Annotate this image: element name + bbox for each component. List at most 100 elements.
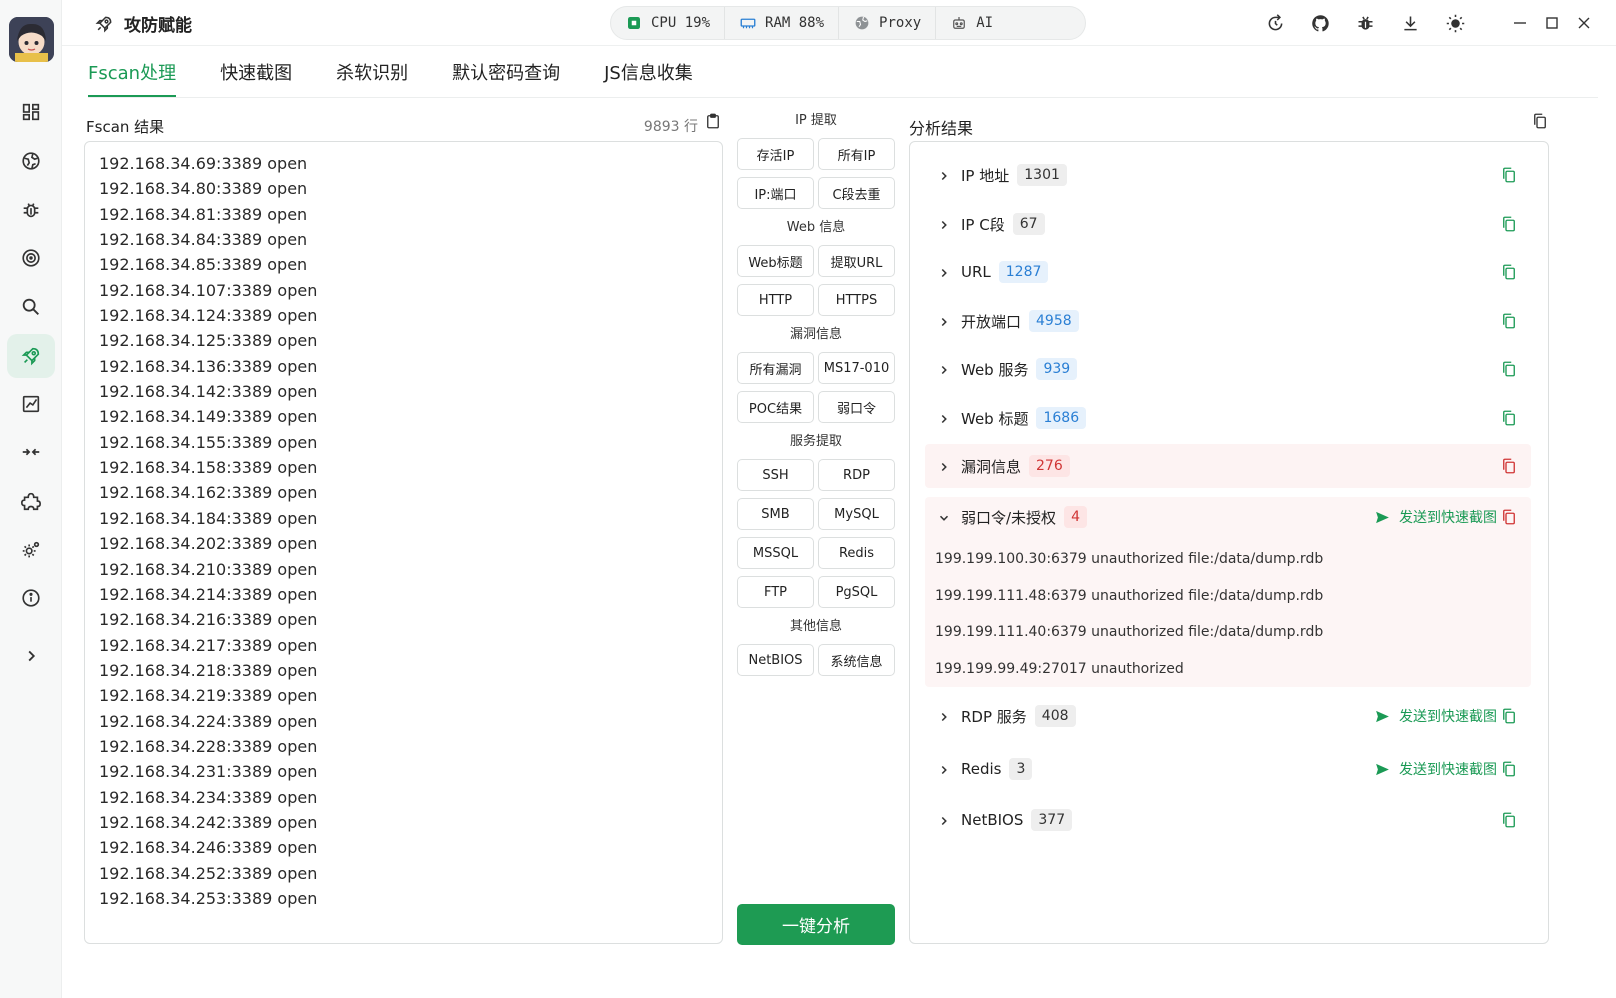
refresh-icon[interactable] — [1262, 10, 1288, 36]
chevron-right-icon[interactable] — [937, 265, 951, 279]
extract-button[interactable]: HTTPS — [818, 284, 895, 316]
copy-icon[interactable] — [1500, 760, 1518, 778]
button-group-vuln-info: 所有漏洞 MS17-010 POC结果 弱口令 — [737, 352, 895, 423]
extract-button[interactable]: MS17-010 — [818, 352, 895, 384]
maximize-icon[interactable] — [1542, 10, 1562, 36]
clipboard-icon[interactable] — [704, 112, 722, 130]
minimize-icon[interactable] — [1510, 10, 1530, 36]
sidebar-expand-chevron-icon[interactable] — [7, 634, 55, 678]
tab-default-password[interactable]: 默认密码查询 — [452, 50, 560, 97]
chevron-right-icon[interactable] — [937, 709, 951, 723]
chevron-down-icon[interactable] — [937, 510, 951, 524]
analysis-row-redis[interactable]: Redis 3 发送到快速截图 — [925, 747, 1531, 791]
nav-chart-icon[interactable] — [7, 382, 55, 426]
copy-icon[interactable] — [1500, 312, 1518, 330]
extract-button[interactable]: 提取URL — [818, 245, 895, 277]
copy-icon[interactable] — [1500, 360, 1518, 378]
analysis-row-netbios[interactable]: NetBIOS 377 — [925, 798, 1531, 842]
one-click-analyze-button[interactable]: 一键分析 — [737, 904, 895, 945]
extract-button[interactable]: HTTP — [737, 284, 814, 316]
send-to-screenshot-label: 发送到快速截图 — [1399, 762, 1497, 778]
extract-button[interactable]: Redis — [818, 537, 895, 569]
send-to-screenshot-button[interactable]: 发送到快速截图 — [1374, 706, 1497, 726]
send-to-screenshot-button[interactable]: 发送到快速截图 — [1374, 507, 1497, 527]
chevron-right-icon[interactable] — [937, 411, 951, 425]
analysis-row-open-ports[interactable]: 开放端口 4958 — [925, 299, 1531, 343]
tab-js-info[interactable]: JS信息收集 — [604, 50, 693, 97]
copy-icon[interactable] — [1500, 707, 1518, 725]
nav-compare-icon[interactable] — [7, 430, 55, 474]
nav-info-icon[interactable] — [7, 576, 55, 620]
analysis-row-weak-password[interactable]: 弱口令/未授权 4 发送到快速截图 — [925, 495, 1531, 539]
extract-button[interactable]: IP:端口 — [737, 177, 814, 209]
chevron-right-icon[interactable] — [937, 813, 951, 827]
weak-password-entry[interactable]: 199.199.111.40:6379 unauthorized file:/d… — [935, 624, 1323, 640]
extract-button[interactable]: FTP — [737, 576, 814, 608]
copy-icon[interactable] — [1500, 215, 1518, 233]
fscan-line: 192.168.34.149:3389 open — [99, 407, 318, 427]
extract-button[interactable]: 弱口令 — [818, 391, 895, 423]
extract-button[interactable]: Web标题 — [737, 245, 814, 277]
copy-all-icon[interactable] — [1531, 112, 1549, 130]
nav-dashboard-icon[interactable] — [7, 90, 55, 134]
tab-fscan[interactable]: Fscan处理 — [88, 50, 177, 97]
github-icon[interactable] — [1307, 10, 1333, 36]
weak-password-entry[interactable]: 199.199.100.30:6379 unauthorized file:/d… — [935, 551, 1323, 567]
analysis-row-rdp-service[interactable]: RDP 服务 408 发送到快速截图 — [925, 694, 1531, 738]
extract-button[interactable]: C段去重 — [818, 177, 895, 209]
extract-button[interactable]: NetBIOS — [737, 644, 814, 676]
copy-icon[interactable] — [1500, 811, 1518, 829]
nav-target-icon[interactable] — [7, 236, 55, 280]
copy-icon[interactable] — [1500, 263, 1518, 281]
proxy-status[interactable]: Proxy — [839, 7, 937, 39]
extract-button[interactable]: RDP — [818, 459, 895, 491]
extract-button[interactable]: SSH — [737, 459, 814, 491]
nav-settings-icon[interactable] — [7, 528, 55, 572]
copy-icon[interactable] — [1500, 508, 1518, 526]
copy-icon[interactable] — [1500, 166, 1518, 184]
analysis-row-vuln-info[interactable]: 漏洞信息 276 — [925, 444, 1531, 488]
chevron-right-icon[interactable] — [937, 459, 951, 473]
tab-av-detection[interactable]: 杀软识别 — [336, 50, 408, 97]
chevron-right-icon[interactable] — [937, 314, 951, 328]
nav-globe-icon[interactable] — [7, 139, 55, 183]
analysis-row-web-service[interactable]: Web 服务 939 — [925, 347, 1531, 391]
extract-button[interactable]: 系统信息 — [818, 644, 895, 676]
weak-password-entry[interactable]: 199.199.111.48:6379 unauthorized file:/d… — [935, 588, 1323, 604]
extract-button[interactable]: POC结果 — [737, 391, 814, 423]
theme-sun-icon[interactable] — [1442, 10, 1468, 36]
extract-button-panel: IP 提取 存活IP 所有IP IP:端口 C段去重 Web 信息 Web标题 提取URL HT… — [737, 112, 895, 686]
close-icon[interactable] — [1574, 10, 1594, 36]
nav-puzzle-icon[interactable] — [7, 479, 55, 523]
fscan-textarea[interactable]: 192.168.34.69:3389 open 192.168.34.80:338… — [84, 141, 723, 944]
extract-button[interactable]: 所有漏洞 — [737, 352, 814, 384]
copy-icon[interactable] — [1500, 409, 1518, 427]
chevron-right-icon[interactable] — [937, 762, 951, 776]
ai-status[interactable]: AI — [936, 7, 1007, 39]
analysis-row-url[interactable]: URL 1287 — [925, 250, 1531, 294]
ram-icon — [740, 18, 756, 29]
tab-quick-screenshot[interactable]: 快速截图 — [220, 50, 292, 97]
analysis-row-ip-c-segment[interactable]: IP C段 67 — [925, 202, 1531, 246]
chevron-right-icon[interactable] — [937, 362, 951, 376]
analysis-row-ip-address[interactable]: IP 地址 1301 — [925, 153, 1531, 197]
extract-button[interactable]: SMB — [737, 498, 814, 530]
chevron-right-icon[interactable] — [937, 168, 951, 182]
avatar[interactable] — [9, 17, 54, 62]
extract-button[interactable]: MySQL — [818, 498, 895, 530]
copy-icon[interactable] — [1500, 457, 1518, 475]
bug-report-icon[interactable] — [1352, 10, 1378, 36]
extract-button[interactable]: 所有IP — [818, 138, 895, 170]
nav-search-icon[interactable] — [7, 285, 55, 329]
extract-button[interactable]: MSSQL — [737, 537, 814, 569]
send-to-screenshot-button[interactable]: 发送到快速截图 — [1374, 759, 1497, 779]
nav-bug-icon[interactable] — [7, 188, 55, 232]
analysis-row-web-title[interactable]: Web 标题 1686 — [925, 396, 1531, 440]
nav-rocket-icon[interactable] — [7, 334, 55, 378]
system-status-pill: CPU 19% RAM 88% Proxy AI — [610, 6, 1086, 40]
weak-password-entry[interactable]: 199.199.99.49:27017 unauthorized — [935, 661, 1184, 677]
extract-button[interactable]: PgSQL — [818, 576, 895, 608]
extract-button[interactable]: 存活IP — [737, 138, 814, 170]
chevron-right-icon[interactable] — [937, 217, 951, 231]
download-icon[interactable] — [1397, 10, 1423, 36]
